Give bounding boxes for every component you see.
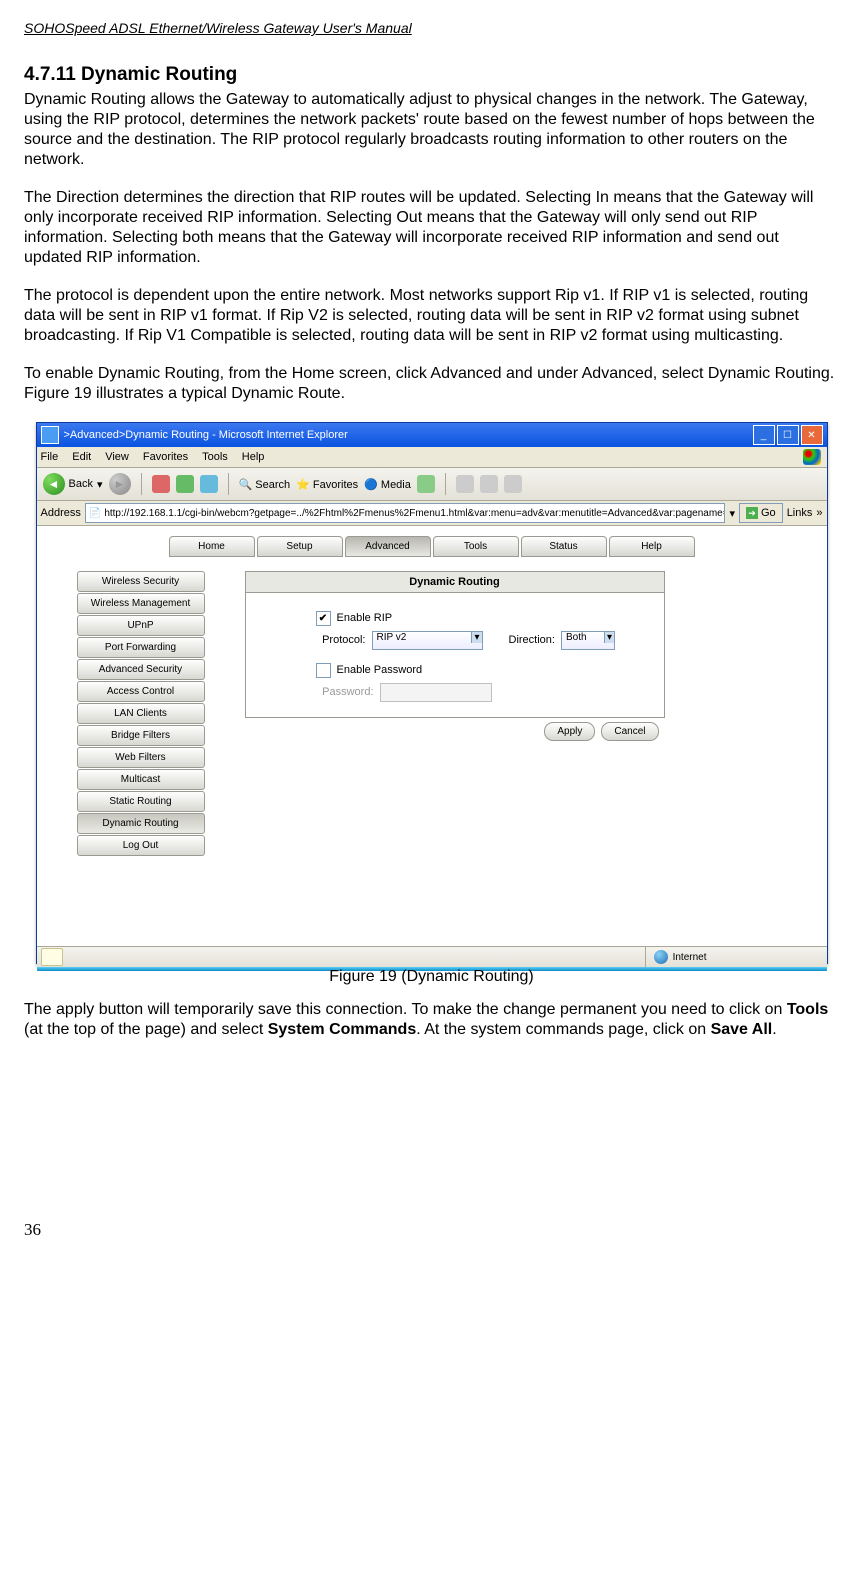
menu-file[interactable]: File <box>41 451 59 463</box>
go-button[interactable]: ➜Go <box>739 503 783 523</box>
sidebar-item-access-control[interactable]: Access Control <box>77 681 205 702</box>
sidebar-item-web-filters[interactable]: Web Filters <box>77 747 205 768</box>
menu-view[interactable]: View <box>105 451 129 463</box>
ie-icon <box>41 426 59 444</box>
cancel-button[interactable]: Cancel <box>601 722 658 741</box>
sidebar-item-static-routing[interactable]: Static Routing <box>77 791 205 812</box>
running-header: SOHOSpeed ADSL Ethernet/Wireless Gateway… <box>24 20 839 36</box>
windows-flag-icon <box>803 449 821 465</box>
media-button[interactable]: 🔵 Media <box>364 478 411 491</box>
sidebar-item-port-forwarding[interactable]: Port Forwarding <box>77 637 205 658</box>
direction-value: Both <box>566 632 587 643</box>
back-arrow-icon: ◄ <box>43 473 65 495</box>
history-icon[interactable] <box>417 475 435 493</box>
panel-title: Dynamic Routing <box>245 571 665 593</box>
back-label: Back <box>69 478 93 490</box>
protocol-value: RIP v2 <box>377 632 407 643</box>
globe-icon <box>654 950 668 964</box>
status-internet-label: Internet <box>673 952 707 963</box>
status-page-icon <box>41 948 63 966</box>
sidebar: Wireless Security Wireless Management UP… <box>77 571 205 857</box>
address-label: Address <box>41 507 81 519</box>
tab-help[interactable]: Help <box>609 536 695 557</box>
menubar: File Edit View Favorites Tools Help <box>37 447 827 468</box>
toolbar: ◄ Back ▾ ► 🔍 Search ⭐ Favorites 🔵 Media <box>37 468 827 501</box>
enable-rip-label: Enable RIP <box>337 612 393 624</box>
form-panel: Dynamic Routing ✔ Enable RIP Protocol: R… <box>245 571 665 857</box>
search-label: Search <box>255 479 290 491</box>
enable-password-label: Enable Password <box>337 664 423 676</box>
menu-help[interactable]: Help <box>242 451 265 463</box>
text-run: . <box>772 1021 776 1038</box>
top-nav-tabs: Home Setup Advanced Tools Status Help <box>37 536 827 557</box>
maximize-button[interactable]: ☐ <box>777 425 799 445</box>
protocol-label: Protocol: <box>316 634 366 646</box>
section-heading: 4.7.11 Dynamic Routing <box>24 64 839 86</box>
sidebar-item-dynamic-routing[interactable]: Dynamic Routing <box>77 813 205 834</box>
sidebar-item-lan-clients[interactable]: LAN Clients <box>77 703 205 724</box>
direction-select[interactable]: Both▾ <box>561 631 615 650</box>
sidebar-item-wireless-security[interactable]: Wireless Security <box>77 571 205 592</box>
sidebar-item-advanced-security[interactable]: Advanced Security <box>77 659 205 680</box>
protocol-select[interactable]: RIP v2▾ <box>372 631 483 650</box>
body-paragraph: Dynamic Routing allows the Gateway to au… <box>24 90 839 170</box>
menu-tools[interactable]: Tools <box>202 451 228 463</box>
media-label: Media <box>381 479 411 491</box>
home-icon[interactable] <box>200 475 218 493</box>
search-button[interactable]: 🔍 Search <box>239 478 291 491</box>
sidebar-item-bridge-filters[interactable]: Bridge Filters <box>77 725 205 746</box>
menu-edit[interactable]: Edit <box>72 451 91 463</box>
text-run: The apply button will temporarily save t… <box>24 1001 787 1018</box>
tab-setup[interactable]: Setup <box>257 536 343 557</box>
refresh-icon[interactable] <box>176 475 194 493</box>
go-label: Go <box>761 507 776 519</box>
window-title: >Advanced>Dynamic Routing - Microsoft In… <box>64 429 348 441</box>
body-paragraph: The apply button will temporarily save t… <box>24 1000 839 1040</box>
go-arrow-icon: ➜ <box>746 507 758 519</box>
back-button[interactable]: ◄ Back ▾ <box>43 473 103 495</box>
sidebar-item-multicast[interactable]: Multicast <box>77 769 205 790</box>
sidebar-item-upnp[interactable]: UPnP <box>77 615 205 636</box>
links-label[interactable]: Links <box>787 507 813 519</box>
titlebar: >Advanced>Dynamic Routing - Microsoft In… <box>37 423 827 447</box>
tab-status[interactable]: Status <box>521 536 607 557</box>
edit-icon[interactable] <box>504 475 522 493</box>
text-run: (at the top of the page) and select <box>24 1021 268 1038</box>
favorites-label: Favorites <box>313 479 358 491</box>
enable-password-checkbox[interactable] <box>316 663 331 678</box>
text-bold: Save All <box>711 1021 773 1038</box>
sidebar-item-wireless-management[interactable]: Wireless Management <box>77 593 205 614</box>
body-paragraph: The protocol is dependent upon the entir… <box>24 286 839 346</box>
tab-advanced[interactable]: Advanced <box>345 536 431 557</box>
direction-label: Direction: <box>509 634 555 646</box>
statusbar: Internet <box>37 946 827 967</box>
body-paragraph: The Direction determines the direction t… <box>24 188 839 268</box>
page-number: 36 <box>24 1220 839 1240</box>
url-text: http://192.168.1.1/cgi-bin/webcm?getpage… <box>104 508 725 519</box>
minimize-button[interactable]: _ <box>753 425 775 445</box>
forward-button[interactable]: ► <box>109 473 131 495</box>
menu-favorites[interactable]: Favorites <box>143 451 188 463</box>
status-zone: Internet <box>645 947 707 967</box>
tab-home[interactable]: Home <box>169 536 255 557</box>
stop-icon[interactable] <box>152 475 170 493</box>
screenshot-browser-window: >Advanced>Dynamic Routing - Microsoft In… <box>36 422 828 964</box>
close-button[interactable]: ✕ <box>801 425 823 445</box>
figure-caption: Figure 19 (Dynamic Routing) <box>24 968 839 986</box>
password-input[interactable] <box>380 683 492 702</box>
password-label: Password: <box>316 686 374 698</box>
sidebar-item-log-out[interactable]: Log Out <box>77 835 205 856</box>
text-bold: Tools <box>787 1001 828 1018</box>
enable-rip-checkbox[interactable]: ✔ <box>316 611 331 626</box>
url-input[interactable]: 📄http://192.168.1.1/cgi-bin/webcm?getpag… <box>85 503 726 523</box>
text-run: . At the system commands page, click on <box>416 1021 710 1038</box>
tab-tools[interactable]: Tools <box>433 536 519 557</box>
apply-button[interactable]: Apply <box>544 722 595 741</box>
favorites-button[interactable]: ⭐ Favorites <box>296 478 358 491</box>
print-icon[interactable] <box>480 475 498 493</box>
text-bold: System Commands <box>268 1021 417 1038</box>
address-bar: Address 📄http://192.168.1.1/cgi-bin/webc… <box>37 501 827 526</box>
body-paragraph: To enable Dynamic Routing, from the Home… <box>24 364 839 404</box>
mail-icon[interactable] <box>456 475 474 493</box>
